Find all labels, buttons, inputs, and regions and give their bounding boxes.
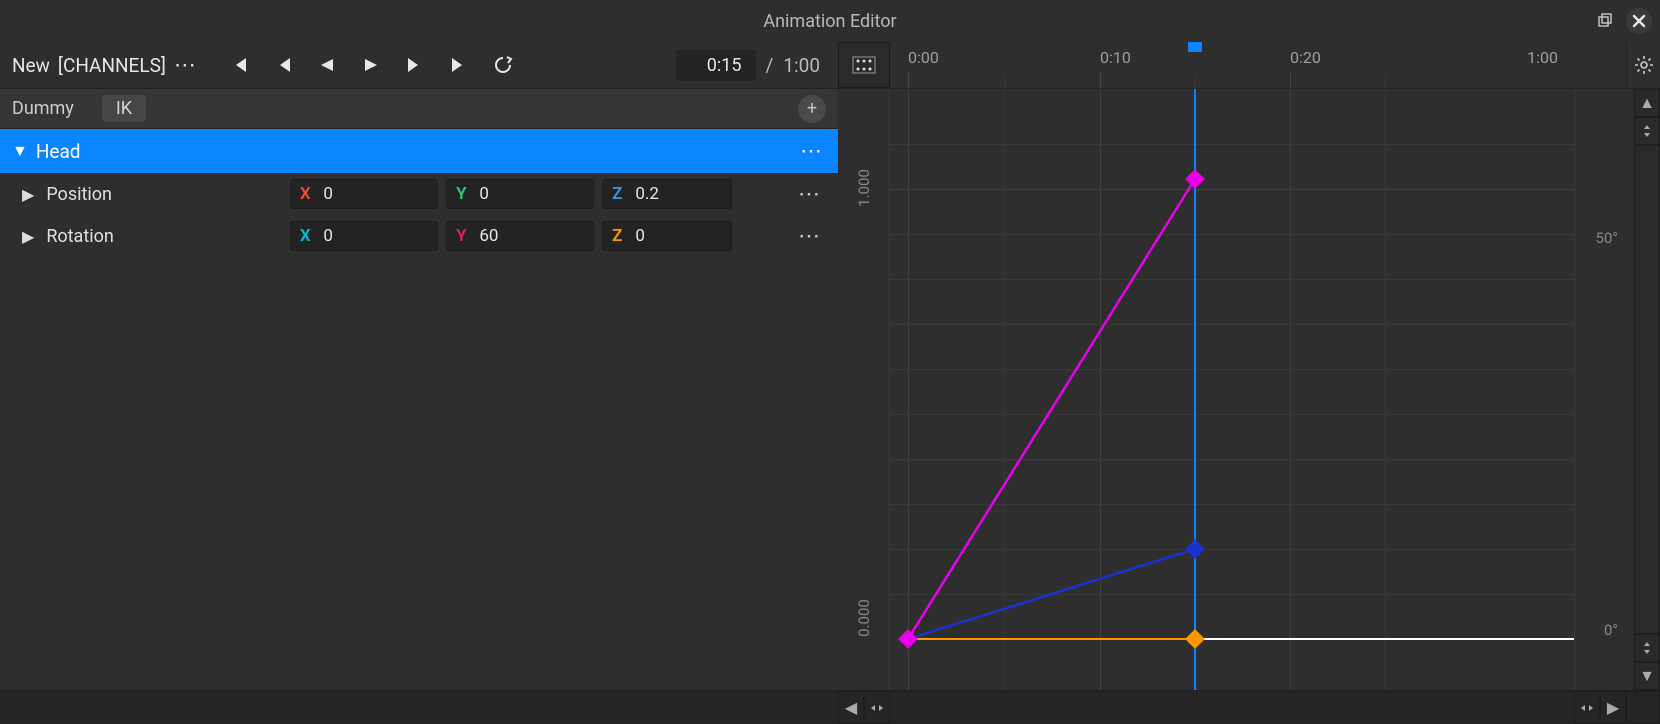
add-track-button[interactable]: +	[798, 95, 826, 123]
y-left-top: 1.000	[855, 169, 873, 207]
position-z-input[interactable]	[631, 184, 731, 204]
track-name: Head	[36, 140, 81, 163]
y-axis-left: 1.000 0.000	[838, 89, 890, 690]
y-axis-right: 50° 0°	[1574, 89, 1634, 690]
right-panel: 0:00 0:10 0:20 1:00 1.000 0.000	[838, 42, 1660, 724]
position-y-input[interactable]	[475, 184, 575, 204]
disclosure-right-icon[interactable]: ▶	[22, 227, 34, 246]
step-back-button[interactable]	[262, 48, 304, 82]
rotation-z-field[interactable]: Z	[602, 221, 732, 251]
rotation-y-input[interactable]	[475, 226, 575, 246]
position-menu-button[interactable]: ⋯	[796, 180, 824, 208]
zoom-h-button[interactable]	[1574, 691, 1600, 724]
rotation-row: ▶ Rotation X Y Z ⋯	[0, 215, 838, 257]
scroll-down-button[interactable]: ▼	[1634, 662, 1660, 690]
titlebar: Animation Editor	[0, 0, 1660, 42]
left-panel-footer	[0, 690, 838, 724]
step-forward-button[interactable]	[394, 48, 436, 82]
track-menu-button[interactable]: ⋯	[798, 137, 826, 165]
rotation-x-field[interactable]: X	[290, 221, 438, 251]
play-button[interactable]	[350, 48, 392, 82]
rotation-y-field[interactable]: Y	[446, 221, 594, 251]
disclosure-down-icon: ▼	[12, 141, 28, 161]
toolbar: New [CHANNELS] ⋯ 0:15 / 1:00	[0, 42, 838, 89]
position-y-field[interactable]: Y	[446, 179, 594, 209]
x-axis-label: X	[291, 226, 319, 246]
rotation-z-input[interactable]	[631, 226, 731, 246]
zoom-h-button[interactable]	[864, 691, 890, 724]
close-button[interactable]	[1626, 8, 1652, 34]
horizontal-scrollbar[interactable]: ◀ ▶	[838, 690, 1660, 724]
rotation-x-input[interactable]	[319, 226, 419, 246]
rotation-label: Rotation	[46, 226, 282, 247]
play-reverse-button[interactable]	[306, 48, 348, 82]
track-head[interactable]: ▼ Head ⋯	[0, 129, 838, 173]
y-right-bottom: 0°	[1604, 621, 1618, 639]
time-total: 1:00	[783, 54, 826, 77]
z-axis-label: Z	[603, 184, 631, 204]
position-z-field[interactable]: Z	[602, 179, 732, 209]
animation-menu-button[interactable]: ⋯	[172, 51, 200, 79]
timeline-header: 0:00 0:10 0:20 1:00	[838, 42, 1660, 89]
z-axis-label: Z	[603, 226, 631, 246]
playhead-handle[interactable]	[1188, 42, 1202, 52]
loop-button[interactable]	[482, 48, 524, 82]
zoom-v-button[interactable]	[1634, 634, 1660, 662]
grid-snap-button[interactable]	[838, 42, 890, 88]
vertical-scrollbar[interactable]: ▲ ▼	[1634, 89, 1660, 690]
y-left-bottom: 0.000	[855, 599, 873, 637]
animation-tag: [CHANNELS]	[58, 54, 166, 77]
ruler-tick: 0:20	[1290, 48, 1321, 67]
graph-area: 1.000 0.000	[838, 89, 1660, 690]
graph-canvas[interactable]	[890, 89, 1574, 690]
position-x-input[interactable]	[319, 184, 419, 204]
settings-button[interactable]	[1626, 42, 1660, 88]
window-title: Animation Editor	[763, 11, 896, 32]
animation-name[interactable]: New	[12, 54, 50, 77]
scroll-left-button[interactable]: ◀	[838, 691, 864, 724]
disclosure-right-icon[interactable]: ▶	[22, 185, 34, 204]
timeline-ruler[interactable]: 0:00 0:10 0:20 1:00	[890, 42, 1626, 88]
position-row: ▶ Position X Y Z ⋯	[0, 173, 838, 215]
maximize-button[interactable]	[1592, 8, 1618, 34]
scrollbar-corner	[1626, 691, 1660, 724]
ruler-tick: 0:00	[908, 48, 939, 67]
time-separator: /	[766, 54, 774, 77]
ruler-tick: 0:10	[1100, 48, 1131, 67]
left-panel: New [CHANNELS] ⋯ 0:15 / 1:00 Dummy IK +	[0, 42, 838, 724]
scroll-up-button[interactable]: ▲	[1634, 89, 1660, 117]
x-axis-label: X	[291, 184, 319, 204]
position-label: Position	[46, 184, 282, 205]
y-right-top: 50°	[1596, 229, 1618, 247]
time-current-input[interactable]: 0:15	[676, 50, 756, 81]
scroll-right-button[interactable]: ▶	[1600, 691, 1626, 724]
go-to-end-button[interactable]	[438, 48, 480, 82]
y-axis-label: Y	[447, 184, 475, 204]
go-to-start-button[interactable]	[218, 48, 260, 82]
ik-badge[interactable]: IK	[102, 95, 146, 122]
y-axis-label: Y	[447, 226, 475, 246]
ruler-tick: 1:00	[1527, 48, 1558, 67]
object-name: Dummy	[12, 98, 74, 119]
object-header: Dummy IK +	[0, 89, 838, 129]
rotation-menu-button[interactable]: ⋯	[796, 222, 824, 250]
position-x-field[interactable]: X	[290, 179, 438, 209]
zoom-v-button[interactable]	[1634, 117, 1660, 145]
